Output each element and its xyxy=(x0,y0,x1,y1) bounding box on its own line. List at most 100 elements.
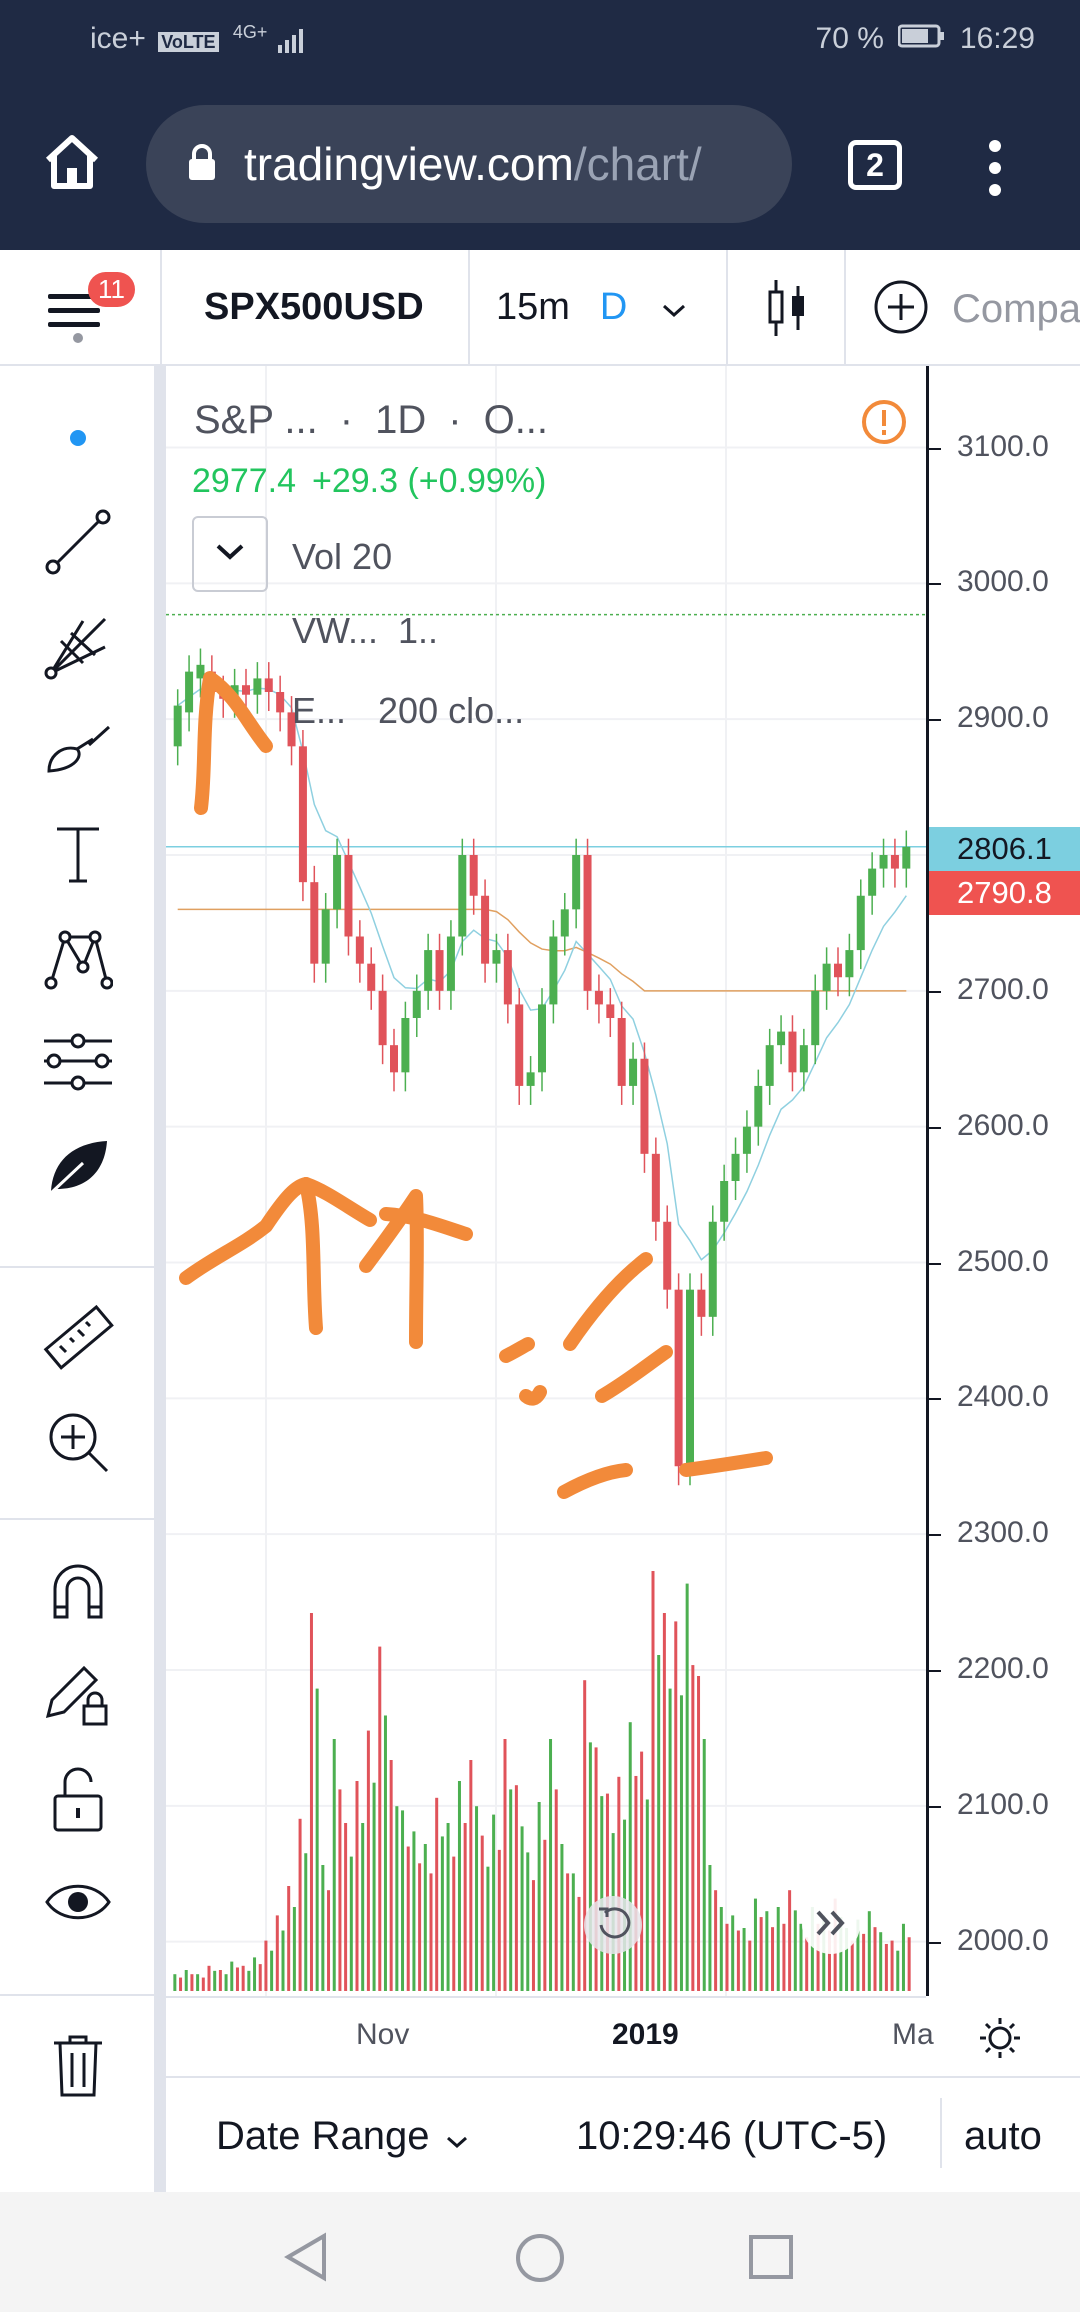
collapse-legend-button[interactable] xyxy=(192,516,268,592)
chart-style-button[interactable] xyxy=(766,276,810,345)
pattern-icon[interactable] xyxy=(28,918,128,998)
drawing-annotation xyxy=(179,1177,323,1335)
tab-switcher-button[interactable]: 2 xyxy=(848,140,902,190)
chart-pane[interactable]: S&P ... · 1D · O... 2977.4 +29.3 (+0.99%… xyxy=(166,366,926,1996)
volume-bar xyxy=(884,1943,888,1991)
recents-icon[interactable] xyxy=(748,2234,794,2285)
lock-icon[interactable] xyxy=(28,1758,128,1838)
back-icon[interactable] xyxy=(284,2232,328,2287)
price-label: 2700.0 xyxy=(957,972,1049,1006)
volume-bar xyxy=(264,1940,268,1991)
candle-body xyxy=(515,1004,524,1086)
candle-body xyxy=(333,855,342,910)
ruler-icon[interactable] xyxy=(28,1298,128,1378)
time-axis[interactable]: Nov 2019 Ma xyxy=(166,1996,934,2076)
prediction-icon[interactable] xyxy=(28,1022,128,1102)
volume-bar xyxy=(771,1927,775,1991)
candle-body xyxy=(697,1289,706,1317)
indicator-vol[interactable]: Vol 20 xyxy=(292,536,392,578)
volume-bar xyxy=(708,1865,712,1991)
indicator-vwma[interactable]: VW... 1.. xyxy=(292,610,438,652)
scroll-to-realtime-button[interactable] xyxy=(802,1896,860,1954)
text-icon[interactable] xyxy=(28,814,128,894)
time-label-nov: Nov xyxy=(356,2018,410,2051)
trash-icon[interactable] xyxy=(28,2026,128,2106)
interval-flag: D xyxy=(599,286,628,328)
volume-bar xyxy=(600,1796,604,1991)
volume-bar xyxy=(657,1655,661,1991)
indicator-ema[interactable]: E... 200 clo... xyxy=(292,690,524,732)
candle-body xyxy=(720,1181,729,1222)
price-axis[interactable]: 3100.0 3000.0 2900.0 2700.0 2600.0 2500.0 2400… xyxy=(926,366,1080,1996)
volume-bar xyxy=(383,1715,387,1991)
clock-display[interactable]: 10:29:46 (UTC-5) xyxy=(576,2114,887,2159)
address-bar[interactable]: tradingview.com/chart/ xyxy=(146,105,792,223)
indicator-name: E... xyxy=(292,690,347,731)
date-range-button[interactable]: Date Range xyxy=(216,2114,469,2159)
volume-bar xyxy=(492,1814,496,1991)
volume-bar xyxy=(679,1695,683,1991)
cursor-dot-icon[interactable] xyxy=(28,398,128,478)
volume-bar xyxy=(714,1890,718,1991)
volume-bar xyxy=(218,1970,222,1991)
legend-title[interactable]: S&P ... xyxy=(194,398,318,443)
candle-body xyxy=(412,990,421,1018)
price-tick xyxy=(929,1262,941,1265)
price-label: 3000.0 xyxy=(957,565,1049,599)
battery-icon xyxy=(897,22,946,56)
volume-bar xyxy=(332,1739,336,1991)
candle-body xyxy=(765,1045,774,1086)
home-circle-icon[interactable] xyxy=(514,2232,566,2289)
volume-bar xyxy=(253,1957,257,1991)
volume-bar xyxy=(355,1781,359,1991)
price-tick xyxy=(929,583,941,586)
price-chart[interactable] xyxy=(166,366,926,1996)
pitchfork-icon[interactable] xyxy=(28,606,128,686)
drawing-annotation xyxy=(499,1337,535,1363)
candle-body xyxy=(902,846,911,869)
volume-bar xyxy=(742,1928,746,1991)
volume-bar xyxy=(799,1923,803,1991)
candle-body xyxy=(890,855,899,869)
chart-settings-icon[interactable] xyxy=(976,2014,1024,2067)
candle-body xyxy=(617,1018,626,1086)
volume-bar xyxy=(179,1977,183,1991)
candle-body xyxy=(708,1221,717,1317)
magnet-icon[interactable] xyxy=(28,1550,128,1630)
zoom-in-icon[interactable] xyxy=(28,1402,128,1482)
home-icon[interactable] xyxy=(40,130,104,199)
volume-bar xyxy=(526,1852,530,1991)
volte-badge: VoLTE xyxy=(158,32,219,52)
chart-toolbar: 11 SPX500USD 15m D Compa xyxy=(0,250,1080,366)
lock-pencil-icon[interactable] xyxy=(28,1654,128,1734)
candle-body xyxy=(458,855,467,937)
volume-bar xyxy=(389,1760,393,1991)
chevron-down-icon xyxy=(661,286,687,329)
legend-price: 2977.4 xyxy=(192,462,296,500)
compare-button[interactable]: Compa xyxy=(872,278,1080,341)
reset-chart-button[interactable] xyxy=(584,1896,642,1954)
warning-icon[interactable] xyxy=(860,398,908,451)
symbol-search-button[interactable]: SPX500USD xyxy=(204,286,424,329)
trend-line-icon[interactable] xyxy=(28,502,128,582)
volume-bar xyxy=(668,1688,672,1991)
candle-body xyxy=(253,678,262,695)
more-menu-icon[interactable] xyxy=(986,138,1004,203)
price-tick xyxy=(929,1941,941,1944)
price-label: 2300.0 xyxy=(957,1516,1049,1550)
interval-selector[interactable]: 15m D xyxy=(496,286,687,329)
volume-bar xyxy=(338,1789,342,1991)
candle-body xyxy=(367,963,376,991)
chart-legend: S&P ... · 1D · O... xyxy=(194,398,548,443)
eye-icon[interactable] xyxy=(28,1862,128,1942)
candle-body xyxy=(276,692,285,713)
auto-scale-button[interactable]: auto xyxy=(964,2114,1042,2159)
hamburger-menu-button[interactable]: 11 xyxy=(44,272,135,350)
brush-icon[interactable] xyxy=(28,710,128,790)
leaf-icon[interactable] xyxy=(28,1126,128,1206)
volume-bar xyxy=(281,1930,285,1991)
browser-bar: tradingview.com/chart/ 2 xyxy=(0,80,1080,250)
volume-bar xyxy=(315,1688,319,1991)
candle-body xyxy=(526,1072,535,1086)
volume-bar xyxy=(486,1866,490,1991)
